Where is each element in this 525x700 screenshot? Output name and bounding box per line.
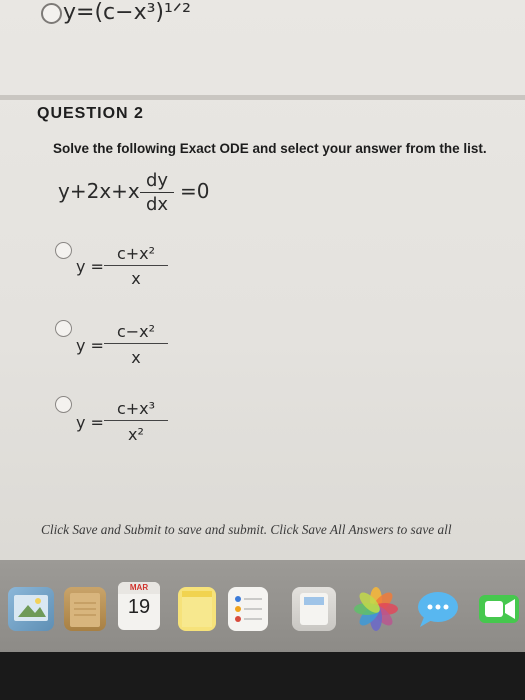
ode-lhs: y+2x+x xyxy=(58,179,140,203)
answer-fraction-bar-2 xyxy=(104,343,168,344)
calendar-day: 19 xyxy=(127,596,151,618)
facetime-app-glyph xyxy=(479,595,519,623)
notes-app-icon[interactable] xyxy=(64,587,106,631)
answer-fraction-bar-3 xyxy=(104,420,168,421)
calculator-app-icon[interactable] xyxy=(292,587,336,631)
previous-option-expression: y=(c−x³)¹ᐟ² xyxy=(63,0,191,25)
answer-radio-3[interactable] xyxy=(55,396,72,413)
previous-option-radio[interactable] xyxy=(41,3,62,24)
answer-denominator-1: x xyxy=(131,269,141,288)
bottom-bezel xyxy=(0,652,525,700)
calendar-app-icon[interactable]: MAR 19 xyxy=(118,582,160,630)
ode-derivative-numerator: dy xyxy=(145,170,169,191)
answer-lhs-1: y = xyxy=(76,257,104,276)
answer-option-3[interactable]: y = c+x³ x² xyxy=(0,391,525,471)
answer-option-2[interactable]: y = c−x² x xyxy=(0,314,525,394)
answer-numerator-1: c+x² xyxy=(116,244,156,263)
answer-radio-1[interactable] xyxy=(55,242,72,259)
photos-app-icon[interactable] xyxy=(354,587,398,631)
answer-numerator-3: c+x³ xyxy=(116,399,156,418)
ode-derivative: dy dx xyxy=(140,170,174,215)
reminders-app-icon[interactable] xyxy=(228,587,268,631)
question-title: QUESTION 2 xyxy=(37,105,144,122)
previous-question-option: y=(c−x³)¹ᐟ² xyxy=(0,0,525,95)
preview-app-glyph xyxy=(14,595,48,621)
calculator-app-glyph xyxy=(300,593,328,625)
ode-rhs: =0 xyxy=(180,179,210,203)
answer-numerator-2: c−x² xyxy=(116,322,156,341)
answer-denominator-3: x² xyxy=(128,425,144,444)
answer-denominator-2: x xyxy=(131,348,141,367)
answer-fraction-bar-1 xyxy=(104,265,168,266)
preview-app-icon[interactable] xyxy=(8,587,54,631)
stickies-app-icon[interactable] xyxy=(178,587,216,631)
notes-app-glyph xyxy=(70,593,100,627)
messages-app-glyph xyxy=(418,592,458,627)
messages-app-icon[interactable] xyxy=(414,587,464,631)
save-instructions: Click Save and Submit to save and submit… xyxy=(41,522,452,537)
answer-radio-2[interactable] xyxy=(55,320,72,337)
answer-lhs-2: y = xyxy=(76,336,104,355)
question-separator xyxy=(0,95,525,100)
calendar-month: MAR xyxy=(118,582,160,594)
reminders-app-glyph xyxy=(235,596,262,622)
photos-app-glyph xyxy=(354,587,398,631)
ode-fraction-bar xyxy=(140,192,174,193)
facetime-app-icon[interactable] xyxy=(475,587,523,631)
answer-option-1[interactable]: y = c+x² x xyxy=(0,236,525,316)
question-prompt: Solve the following Exact ODE and select… xyxy=(53,141,487,156)
ode-derivative-denominator: dx xyxy=(145,194,169,215)
answer-lhs-3: y = xyxy=(76,413,104,432)
stickies-app-glyph xyxy=(182,591,212,627)
quiz-page: y=(c−x³)¹ᐟ² QUESTION 2 Solve the followi… xyxy=(0,0,525,560)
